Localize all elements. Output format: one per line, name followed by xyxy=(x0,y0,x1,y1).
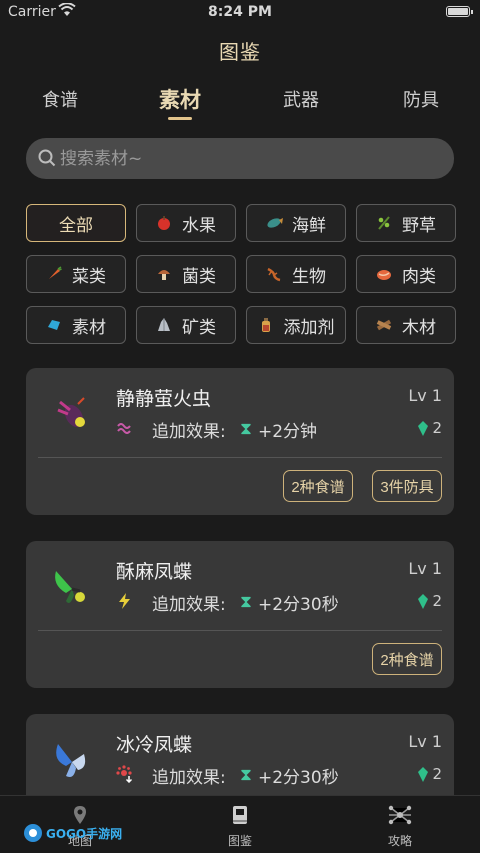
card-name: 静静萤火虫 xyxy=(116,388,212,410)
gem-icon xyxy=(418,767,428,782)
recipes-count-button[interactable]: 2种食谱 xyxy=(372,643,442,675)
filter-fungi[interactable]: 菌类 xyxy=(136,255,236,293)
tab-recipes[interactable]: 食谱 xyxy=(42,86,78,112)
search-icon xyxy=(38,149,56,171)
lightning-icon xyxy=(116,592,134,610)
search-bar xyxy=(26,138,454,179)
filter-materials[interactable]: 素材 xyxy=(26,306,126,344)
card-divider xyxy=(38,630,442,631)
status-bar: Carrier 8:24 PM xyxy=(0,0,480,26)
butterfly-icon xyxy=(44,561,100,611)
meat-icon xyxy=(376,266,392,282)
recipes-count-button[interactable]: 2种食谱 xyxy=(283,470,353,502)
filter-meat[interactable]: 肉类 xyxy=(356,255,456,293)
filter-label: 添加剂 xyxy=(283,317,335,338)
nav-guides[interactable]: 攻略 xyxy=(360,804,440,849)
effect-value: +2分30秒 xyxy=(258,768,339,788)
filter-label: 全部 xyxy=(59,215,93,236)
filter-label: 野草 xyxy=(402,215,436,236)
lizard-icon xyxy=(266,266,282,282)
filter-label: 菜类 xyxy=(72,266,106,287)
tab-armor[interactable]: 防具 xyxy=(403,86,439,112)
hourglass-icon: ⧗ xyxy=(240,592,252,612)
gem-count: 2 xyxy=(432,592,442,610)
apple-icon xyxy=(156,215,172,231)
category-tabs: 食谱 素材 武器 防具 xyxy=(0,86,480,126)
filter-vegetables[interactable]: 菜类 xyxy=(26,255,126,293)
filter-ores[interactable]: 矿类 xyxy=(136,306,236,344)
filter-label: 素材 xyxy=(72,317,106,338)
hourglass-icon: ⧗ xyxy=(240,765,252,785)
stealth-icon xyxy=(116,419,134,437)
tab-materials-label: 素材 xyxy=(159,88,201,112)
filter-label: 生物 xyxy=(292,266,326,287)
herb-icon xyxy=(376,215,392,231)
filter-all[interactable]: 全部 xyxy=(26,204,126,242)
card-level: Lv 1 xyxy=(408,559,442,578)
material-card[interactable]: 酥麻凤蝶 Lv 1 追加效果: ⧗ +2分30秒 2 2种食谱 xyxy=(26,541,454,688)
hourglass-icon: ⧗ xyxy=(240,419,252,439)
search-input[interactable] xyxy=(60,138,440,179)
watermark-logo: GOGO手游网 xyxy=(22,822,122,844)
tab-active-indicator xyxy=(168,117,192,120)
butterfly-icon xyxy=(44,734,100,784)
gem-count: 2 xyxy=(432,765,442,783)
tab-weapons[interactable]: 武器 xyxy=(283,86,319,112)
filter-herbs[interactable]: 野草 xyxy=(356,204,456,242)
card-level: Lv 1 xyxy=(408,386,442,405)
filter-label: 肉类 xyxy=(402,266,436,287)
wood-icon xyxy=(376,317,392,333)
card-name: 酥麻凤蝶 xyxy=(116,561,193,583)
heat-resist-icon xyxy=(116,765,134,784)
card-divider xyxy=(38,457,442,458)
nav-guides-label: 攻略 xyxy=(387,834,412,848)
nav-encyclopedia-label: 图鉴 xyxy=(227,834,252,848)
filter-label: 菌类 xyxy=(182,266,216,287)
battery-icon xyxy=(446,6,473,17)
crystal-icon xyxy=(46,317,62,333)
card-level: Lv 1 xyxy=(408,732,442,751)
svg-text:GOGO手游网: GOGO手游网 xyxy=(46,826,122,841)
filter-wood[interactable]: 木材 xyxy=(356,306,456,344)
book-icon xyxy=(229,806,251,830)
ore-icon xyxy=(156,317,172,333)
effect-label: 追加效果: xyxy=(152,595,226,615)
firefly-icon xyxy=(44,388,100,438)
gem-icon xyxy=(418,421,428,436)
nav-encyclopedia[interactable]: 图鉴 xyxy=(200,804,280,849)
filter-fruit[interactable]: 水果 xyxy=(136,204,236,242)
page-title: 图鉴 xyxy=(219,40,261,64)
filter-additives[interactable]: 添加剂 xyxy=(246,306,346,344)
filter-creatures[interactable]: 生物 xyxy=(246,255,346,293)
gem-icon xyxy=(418,594,428,609)
filter-label: 木材 xyxy=(402,317,436,338)
carrot-icon xyxy=(46,266,62,282)
filter-label: 海鲜 xyxy=(292,215,326,236)
effect-label: 追加效果: xyxy=(152,768,226,788)
material-card[interactable]: 静静萤火虫 Lv 1 追加效果: ⧗ +2分钟 2 2种食谱 3件防具 xyxy=(26,368,454,515)
armor-count-button[interactable]: 3件防具 xyxy=(372,470,442,502)
fish-icon xyxy=(266,215,283,231)
effect-value: +2分钟 xyxy=(258,422,318,442)
filter-seafood[interactable]: 海鲜 xyxy=(246,204,346,242)
tab-materials[interactable]: 素材 xyxy=(159,84,201,120)
status-time: 8:24 PM xyxy=(208,4,272,20)
bottle-icon xyxy=(258,317,274,333)
card-name: 冰冷凤蝶 xyxy=(116,734,193,756)
effect-label: 追加效果: xyxy=(152,422,226,442)
network-icon xyxy=(387,805,413,830)
filter-label: 水果 xyxy=(182,215,216,236)
filter-label: 矿类 xyxy=(182,317,216,338)
gem-count: 2 xyxy=(432,419,442,437)
effect-value: +2分30秒 xyxy=(258,595,339,615)
mushroom-icon xyxy=(156,266,172,282)
